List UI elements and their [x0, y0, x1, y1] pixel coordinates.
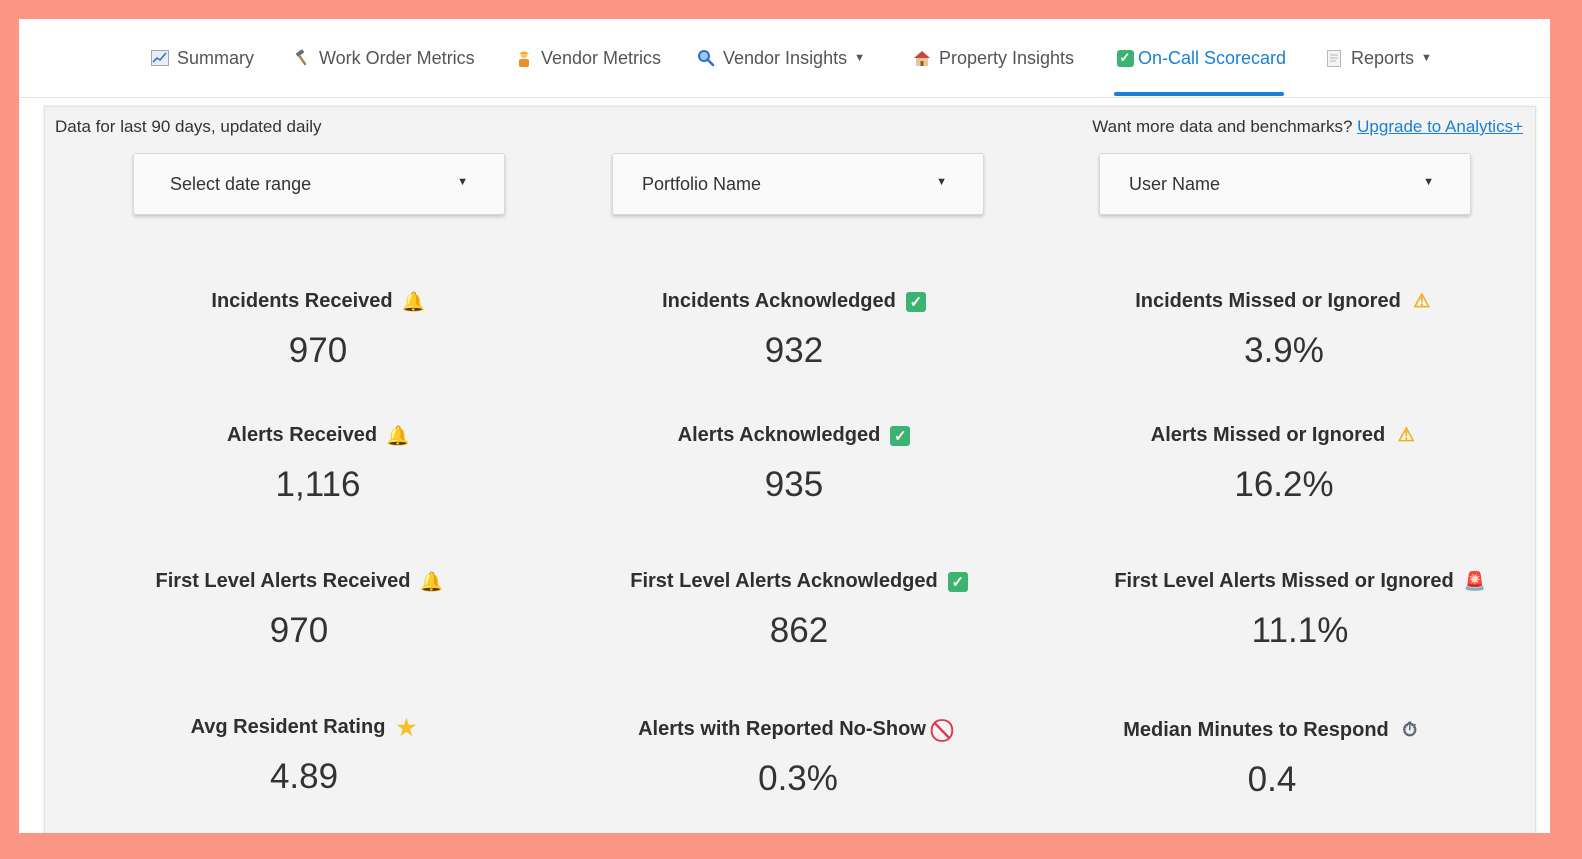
tab-property-insights-label: Property Insights	[939, 47, 1075, 68]
magnifier-icon	[695, 48, 717, 68]
tab-property-insights[interactable]: Property Insights	[911, 44, 1074, 72]
metric-avg-resident-rating: Avg Resident Rating ★ 4.89	[64, 714, 544, 797]
metric-value: 970	[288, 331, 348, 370]
metric-incidents-missed: Incidents Missed or Ignored ⚠ 3.9%	[1044, 290, 1524, 371]
warning-icon: ⚠	[1413, 291, 1431, 312]
stopwatch-icon: ⏱	[1402, 719, 1418, 741]
user-select-label: User Name	[1129, 174, 1221, 194]
worker-icon	[513, 48, 535, 68]
metric-incidents-received: Incidents Received 🔔 970	[78, 290, 558, 371]
metric-label: Alerts Received	[226, 424, 378, 446]
tab-work-order-metrics[interactable]: Work Order Metrics	[291, 44, 475, 72]
metric-first-level-missed: First Level Alerts Missed or Ignored 🚨 11…	[1060, 570, 1540, 651]
metric-label: Alerts Acknowledged	[677, 424, 881, 446]
no-entry-icon: ⃠	[936, 719, 958, 741]
metric-first-level-received: First Level Alerts Received 🔔 970	[59, 570, 539, 651]
metric-value: 970	[269, 611, 329, 650]
metric-alerts-acknowledged: Alerts Acknowledged ✓ 935	[554, 424, 1034, 505]
metric-value: 4.89	[269, 757, 339, 796]
bell-icon: 🔔	[386, 425, 410, 447]
upgrade-link[interactable]: Upgrade to Analytics+	[1357, 117, 1523, 136]
tab-on-call-scorecard[interactable]: ✓ On-Call Scorecard	[1114, 44, 1286, 72]
metric-label: First Level Alerts Acknowledged	[630, 570, 938, 592]
metric-label: First Level Alerts Received	[155, 570, 411, 592]
house-icon	[911, 48, 933, 68]
tab-reports[interactable]: Reports ▼	[1323, 44, 1432, 72]
bell-icon: 🔔	[419, 571, 444, 593]
metric-value: 3.9%	[1244, 331, 1324, 370]
upsell-text: Want more data and benchmarks?	[1092, 117, 1353, 136]
user-select[interactable]: User Name ▼	[1099, 153, 1471, 215]
metric-no-show: Alerts with Reported No-Show⃠ 0.3%	[558, 718, 1038, 799]
tab-vendor-insights[interactable]: Vendor Insights ▼	[695, 44, 865, 72]
tab-vendor-metrics[interactable]: Vendor Metrics	[513, 44, 661, 72]
metric-alerts-missed: Alerts Missed or Ignored ⚠ 16.2%	[1044, 424, 1524, 505]
siren-icon: 🚨	[1463, 571, 1486, 591]
metric-value: 11.1%	[1251, 611, 1349, 650]
check-icon: ✓	[890, 425, 911, 446]
chart-icon	[149, 48, 171, 68]
metric-incidents-acknowledged: Incidents Acknowledged ✓ 932	[554, 290, 1034, 371]
metric-value: 932	[764, 331, 824, 370]
active-tab-indicator	[1114, 92, 1284, 96]
chevron-down-icon: ▼	[457, 176, 468, 188]
date-range-select-label: Select date range	[170, 174, 312, 194]
top-nav: Summary Work Order Metrics Vendor Metric…	[19, 19, 1550, 98]
metric-value: 1,116	[275, 465, 361, 504]
hammer-icon	[291, 48, 313, 68]
metric-value: 16.2%	[1234, 465, 1334, 504]
metric-value: 935	[764, 465, 824, 504]
chevron-down-icon: ▼	[1421, 52, 1432, 64]
metric-alerts-received: Alerts Received 🔔 1,116	[78, 424, 558, 505]
bell-icon: 🔔	[401, 291, 426, 313]
app-window: Summary Work Order Metrics Vendor Metric…	[19, 19, 1550, 833]
check-icon: ✓	[947, 571, 968, 592]
tab-summary[interactable]: Summary	[149, 44, 254, 72]
chevron-down-icon: ▼	[936, 176, 947, 188]
chevron-down-icon: ▼	[854, 52, 865, 64]
checkbox-icon: ✓	[1114, 48, 1136, 68]
metric-label: Incidents Missed or Ignored	[1135, 290, 1401, 312]
tab-vendor-insights-label: Vendor Insights	[723, 47, 848, 68]
metric-label: Incidents Received	[211, 290, 393, 312]
tab-work-order-metrics-label: Work Order Metrics	[319, 47, 475, 68]
warning-icon: ⚠	[1397, 425, 1415, 446]
metric-first-level-acknowledged: First Level Alerts Acknowledged ✓ 862	[559, 570, 1039, 651]
tab-reports-label: Reports	[1351, 47, 1415, 68]
data-range-note: Data for last 90 days, updated daily	[55, 117, 322, 136]
check-icon: ✓	[905, 291, 926, 312]
chevron-down-icon: ▼	[1423, 176, 1434, 188]
upsell-banner: Want more data and benchmarks? Upgrade t…	[1092, 117, 1523, 137]
portfolio-select-label: Portfolio Name	[642, 174, 762, 194]
metric-label: First Level Alerts Missed or Ignored	[1114, 570, 1454, 592]
metric-value: 0.4	[1247, 760, 1297, 799]
metric-label: Incidents Acknowledged	[662, 290, 896, 312]
date-range-select[interactable]: Select date range ▼	[133, 153, 505, 215]
metric-label: Alerts Missed or Ignored	[1150, 424, 1386, 446]
metric-value: 0.3%	[758, 759, 838, 798]
metric-value: 862	[769, 611, 829, 650]
scorecard-panel: Data for last 90 days, updated daily Wan…	[44, 106, 1536, 833]
tab-on-call-scorecard-label: On-Call Scorecard	[1138, 47, 1287, 68]
metric-label: Avg Resident Rating	[190, 716, 386, 738]
metric-median-minutes: Median Minutes to Respond ⏱ 0.4	[1032, 719, 1512, 800]
tab-vendor-metrics-label: Vendor Metrics	[541, 47, 662, 68]
document-icon	[1323, 48, 1345, 68]
star-icon: ★	[396, 714, 417, 740]
tab-summary-label: Summary	[177, 47, 255, 68]
metric-label: Median Minutes to Respond	[1123, 719, 1389, 741]
metric-label: Alerts with Reported No-Show	[638, 718, 926, 740]
portfolio-select[interactable]: Portfolio Name ▼	[612, 153, 984, 215]
